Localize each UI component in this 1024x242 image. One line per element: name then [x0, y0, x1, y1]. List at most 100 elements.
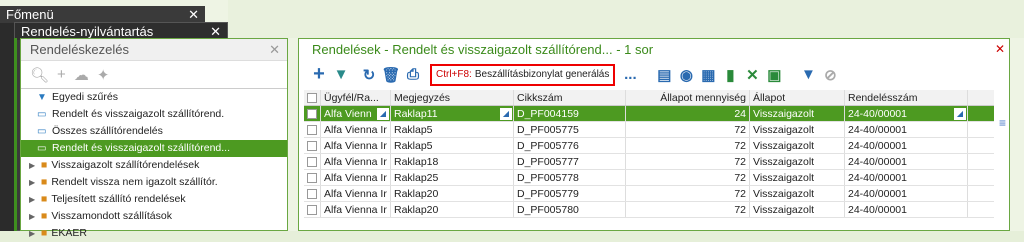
dropdown-icon[interactable]: ◢	[500, 108, 512, 120]
expand-icon[interactable]: ▶	[29, 191, 37, 208]
table-cell[interactable]: Visszaigazolt	[750, 122, 845, 137]
row-checkbox[interactable]	[304, 170, 321, 185]
pin-icon[interactable]: ✦	[97, 66, 110, 84]
column-header[interactable]: Állapot	[750, 90, 845, 105]
cloud-icon[interactable]: ☁	[74, 66, 89, 84]
table-row[interactable]: Alfa Vienn ◢ Raklap11 ◢ D_PF004159 24 Viss…	[304, 106, 994, 122]
tools-icon[interactable]: ✕	[741, 64, 763, 86]
select-all-checkbox[interactable]	[304, 90, 321, 105]
panel-close-button[interactable]: ✕	[269, 39, 280, 61]
table-cell[interactable]: Raklap25	[391, 170, 514, 185]
orders-close-button[interactable]: ✕	[995, 38, 1005, 60]
table-cell[interactable]: 24-40/00001	[845, 170, 968, 185]
print-icon[interactable]: ⎙	[402, 64, 424, 86]
table-cell[interactable]: Raklap11 ◢	[391, 106, 514, 121]
fomenu-close-button[interactable]: ✕	[188, 7, 199, 23]
table-cell[interactable]: D_PF004159	[514, 106, 626, 121]
tree-item-ordered-confirmed[interactable]: ▭ Rendelt és visszaigazolt szállítórend.	[21, 106, 287, 123]
column-header[interactable]: Cikkszám	[514, 90, 626, 105]
filter-icon[interactable]: ▼	[330, 64, 352, 86]
table-cell[interactable]: Alfa Vienna Ir	[321, 170, 391, 185]
tree-item-selected[interactable]: ▭ Rendelt és visszaigazolt szállítórend..…	[21, 140, 287, 157]
row-checkbox[interactable]	[304, 138, 321, 153]
table-cell[interactable]: 24-40/00001	[845, 186, 968, 201]
excel-icon[interactable]: ▣	[763, 64, 785, 86]
search-icon[interactable]: 🔍︎	[30, 66, 49, 84]
table-cell[interactable]: Alfa Vienna Ir	[321, 202, 391, 217]
dropdown-icon[interactable]: ◢	[954, 108, 966, 120]
add-icon[interactable]: +	[308, 63, 330, 86]
table-cell[interactable]: Raklap20	[391, 202, 514, 217]
table-row[interactable]: Alfa Vienna Ir Raklap20 D_PF005780 72 Vi…	[304, 202, 994, 218]
eye-icon[interactable]: ◉	[675, 64, 697, 86]
table-icon[interactable]: ▦	[697, 64, 719, 86]
table-cell[interactable]: 72	[626, 170, 750, 185]
table-cell[interactable]: 72	[626, 186, 750, 201]
column-header[interactable]: Állapot mennyiség	[626, 90, 750, 105]
table-cell[interactable]: 72	[626, 122, 750, 137]
add-icon[interactable]: +	[57, 66, 66, 83]
table-cell[interactable]: Visszaigazolt	[750, 138, 845, 153]
table-cell[interactable]: Visszaigazolt	[750, 154, 845, 169]
clear-filter-icon[interactable]: ⊘	[819, 64, 841, 86]
table-cell[interactable]: D_PF005778	[514, 170, 626, 185]
table-cell[interactable]: Alfa Vienna Ir	[321, 154, 391, 169]
table-cell[interactable]: Raklap5	[391, 122, 514, 137]
table-cell[interactable]: 24-40/00001	[845, 122, 968, 137]
table-cell[interactable]: 72	[626, 154, 750, 169]
column-header[interactable]: Megjegyzés	[391, 90, 514, 105]
row-checkbox[interactable]	[304, 106, 321, 121]
table-cell[interactable]: 24	[626, 106, 750, 121]
table-cell[interactable]: 24-40/00001 ◢	[845, 106, 968, 121]
table-cell[interactable]: 24-40/00001	[845, 138, 968, 153]
table-row[interactable]: Alfa Vienna Ir Raklap5 D_PF005776 72 Vis…	[304, 138, 994, 154]
table-cell[interactable]: Raklap20	[391, 186, 514, 201]
row-checkbox[interactable]	[304, 186, 321, 201]
table-cell[interactable]: Alfa Vienn ◢	[321, 106, 391, 121]
table-cell[interactable]: Visszaigazolt	[750, 186, 845, 201]
column-header[interactable]: Ügyfél/Ra...	[321, 90, 391, 105]
table-cell[interactable]: Alfa Vienna Ir	[321, 138, 391, 153]
trash-icon[interactable]: 🗑︎	[380, 64, 402, 86]
expand-icon[interactable]: ▶	[29, 157, 37, 174]
table-cell[interactable]: Raklap18	[391, 154, 514, 169]
document-icon[interactable]: ▤	[653, 64, 675, 86]
table-cell[interactable]: Alfa Vienna Ir	[321, 186, 391, 201]
table-cell[interactable]: D_PF005775	[514, 122, 626, 137]
filter-icon[interactable]: ▼	[797, 64, 819, 86]
tree-folder[interactable]: ▶ ■ EKAER	[21, 225, 287, 242]
table-cell[interactable]: Visszaigazolt	[750, 106, 845, 121]
table-cell[interactable]: 72	[626, 202, 750, 217]
table-cell[interactable]: 72	[626, 138, 750, 153]
expand-icon[interactable]: ▶	[29, 174, 37, 191]
column-header[interactable]: Rendelésszám	[845, 90, 968, 105]
chart-icon[interactable]: ▮	[719, 64, 741, 86]
table-cell[interactable]: 24-40/00001	[845, 154, 968, 169]
tree-item-custom-filter[interactable]: ▼ Egyedi szűrés	[21, 89, 287, 106]
tree-folder[interactable]: ▶ ■ Rendelt vissza nem igazolt szállítór.	[21, 174, 287, 191]
table-row[interactable]: Alfa Vienna Ir Raklap5 D_PF005775 72 Vis…	[304, 122, 994, 138]
row-checkbox[interactable]	[304, 202, 321, 217]
table-cell[interactable]: 24-40/00001	[845, 202, 968, 217]
shortcut-hint-button[interactable]: Ctrl+F8: Beszállításbizonylat generálás	[430, 63, 616, 86]
refresh-icon[interactable]: ↻	[358, 64, 380, 86]
expand-icon[interactable]: ▶	[29, 208, 37, 225]
row-checkbox[interactable]	[304, 154, 321, 169]
row-checkbox[interactable]	[304, 122, 321, 137]
tree-folder[interactable]: ▶ ■ Teljesített szállító rendelések	[21, 191, 287, 208]
table-cell[interactable]: D_PF005779	[514, 186, 626, 201]
table-cell[interactable]: Visszaigazolt	[750, 170, 845, 185]
table-cell[interactable]: D_PF005777	[514, 154, 626, 169]
table-cell[interactable]: D_PF005780	[514, 202, 626, 217]
tree-item-all-orders[interactable]: ▭ Összes szállítórendelés	[21, 123, 287, 140]
table-cell[interactable]: D_PF005776	[514, 138, 626, 153]
more-button[interactable]: ...	[619, 64, 641, 86]
table-row[interactable]: Alfa Vienna Ir Raklap20 D_PF005779 72 Vi…	[304, 186, 994, 202]
expand-icon[interactable]: ▶	[29, 225, 37, 242]
table-cell[interactable]: Raklap5	[391, 138, 514, 153]
table-cell[interactable]: Alfa Vienna Ir	[321, 122, 391, 137]
dropdown-icon[interactable]: ◢	[377, 108, 389, 120]
tree-folder[interactable]: ▶ ■ Visszamondott szállítások	[21, 208, 287, 225]
table-row[interactable]: Alfa Vienna Ir Raklap18 D_PF005777 72 Vi…	[304, 154, 994, 170]
column-chooser-icon[interactable]: ≡	[999, 116, 1006, 130]
